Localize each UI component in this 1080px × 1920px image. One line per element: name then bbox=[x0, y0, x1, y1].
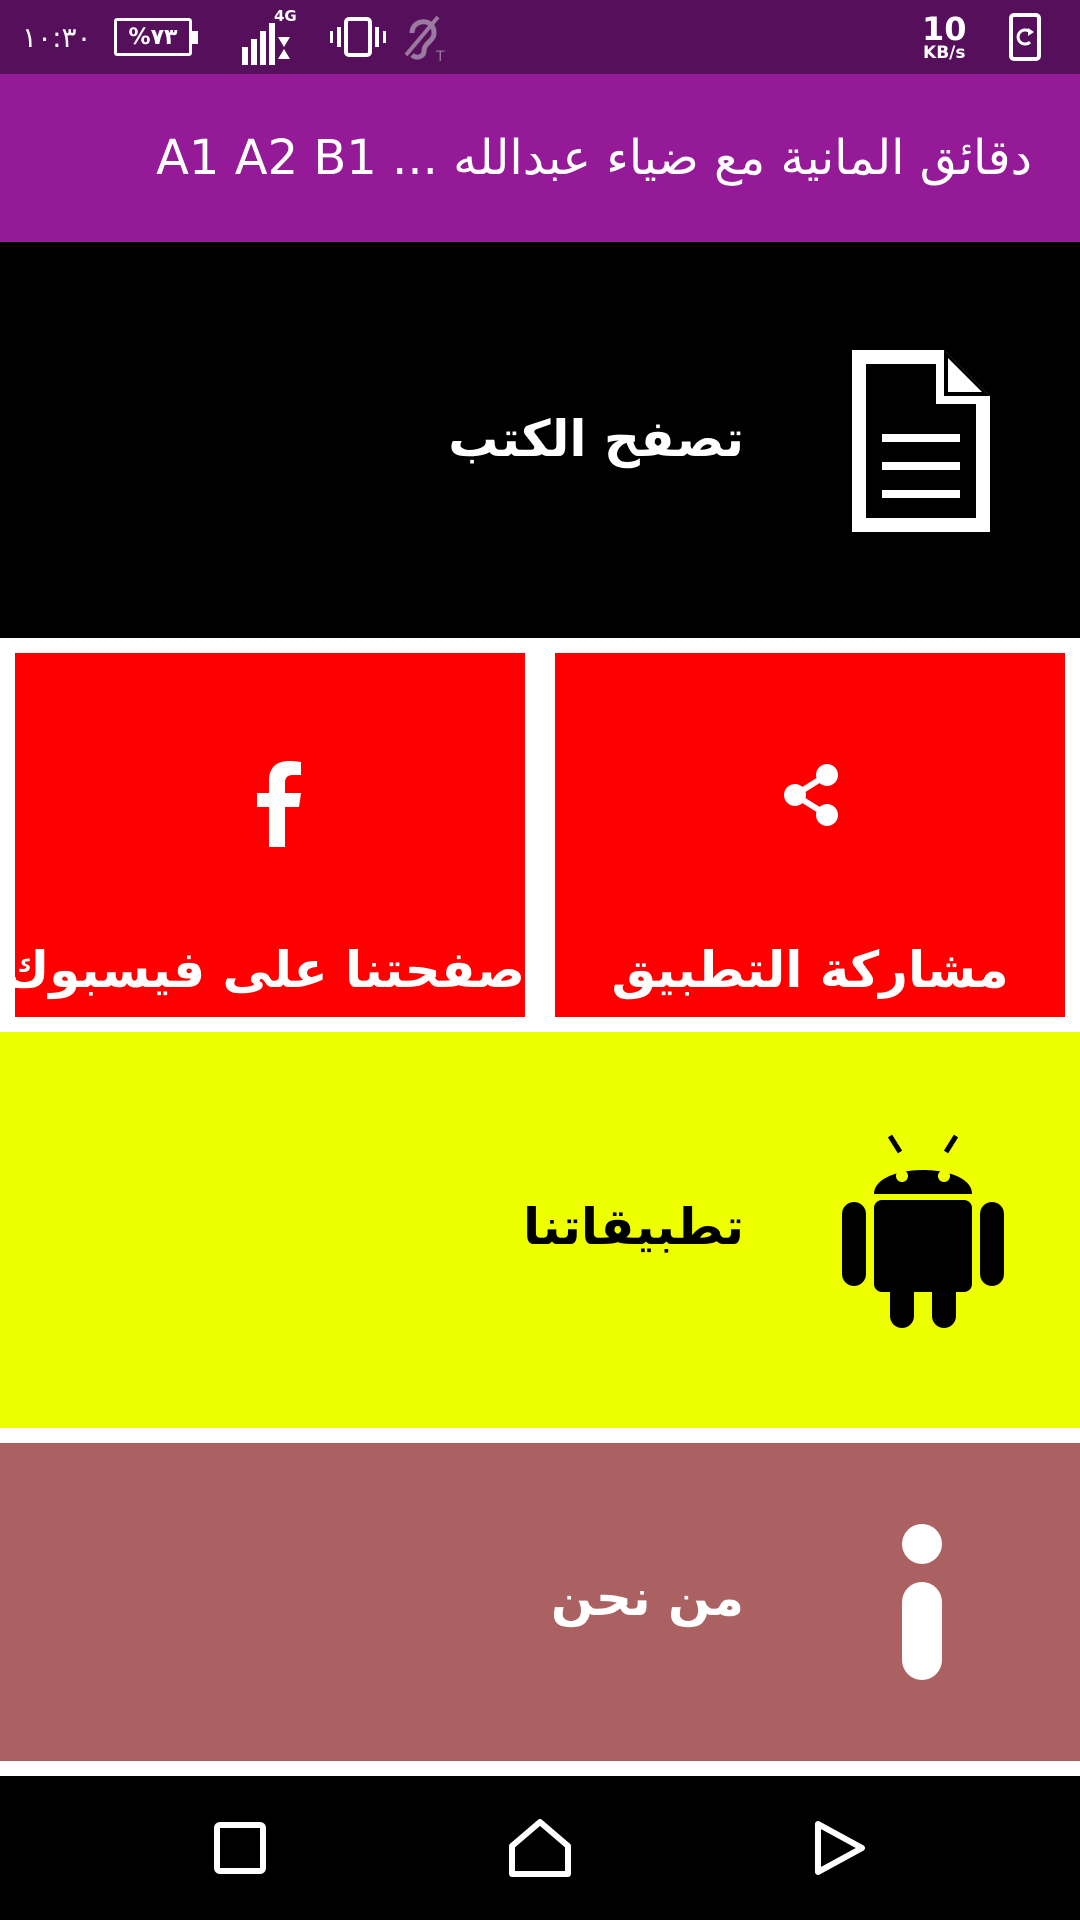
facebook-page-label: صفحتنا على فيسبوك bbox=[3, 941, 525, 999]
document-icon bbox=[848, 346, 994, 540]
browse-books-label: تصفح الكتب bbox=[448, 410, 744, 468]
home-button[interactable] bbox=[460, 1776, 620, 1920]
our-apps-label: تطبيقاتنا bbox=[522, 1198, 744, 1256]
about-us-label: من نحن bbox=[550, 1569, 744, 1627]
share-app-label: مشاركة التطبيق bbox=[611, 941, 1009, 999]
battery-indicator: %٧٣ bbox=[114, 0, 198, 74]
android-icon bbox=[840, 1132, 1006, 1334]
share-icon bbox=[781, 763, 841, 831]
status-bar: ١٠:٣٠ %٧٣ 4G T 10 KB/s bbox=[0, 0, 1080, 74]
signal-icon: 4G bbox=[240, 0, 302, 74]
speed-unit: KB/s bbox=[923, 42, 966, 63]
square-icon bbox=[214, 1822, 266, 1874]
triangle-icon bbox=[815, 1821, 865, 1875]
network-type: 4G bbox=[274, 7, 297, 25]
hearing-aid-icon: T bbox=[400, 0, 450, 74]
recent-apps-button[interactable] bbox=[160, 1776, 320, 1920]
status-time: ١٠:٣٠ bbox=[22, 20, 92, 54]
facebook-icon bbox=[255, 761, 303, 851]
speed-value: 10 bbox=[922, 9, 967, 48]
app-bar: دقائق المانية مع ضياء عبدالله ... A1 A2 … bbox=[0, 74, 1080, 242]
home-icon bbox=[509, 1819, 571, 1877]
facebook-page-tile[interactable]: صفحتنا على فيسبوك bbox=[3, 653, 525, 1017]
back-button[interactable] bbox=[760, 1776, 920, 1920]
info-icon bbox=[898, 1522, 946, 1686]
navigation-bar bbox=[0, 1776, 1080, 1920]
vibrate-icon bbox=[330, 0, 386, 74]
phone-sync-icon bbox=[1008, 0, 1042, 74]
app-title: دقائق المانية مع ضياء عبدالله ... A1 A2 … bbox=[156, 130, 1032, 186]
share-app-tile[interactable]: مشاركة التطبيق bbox=[555, 653, 1065, 1017]
network-speed: 10 KB/s bbox=[922, 0, 967, 74]
battery-percent: %٧٣ bbox=[128, 24, 178, 50]
battery-icon: %٧٣ bbox=[114, 18, 198, 56]
svg-text:T: T bbox=[435, 49, 445, 63]
